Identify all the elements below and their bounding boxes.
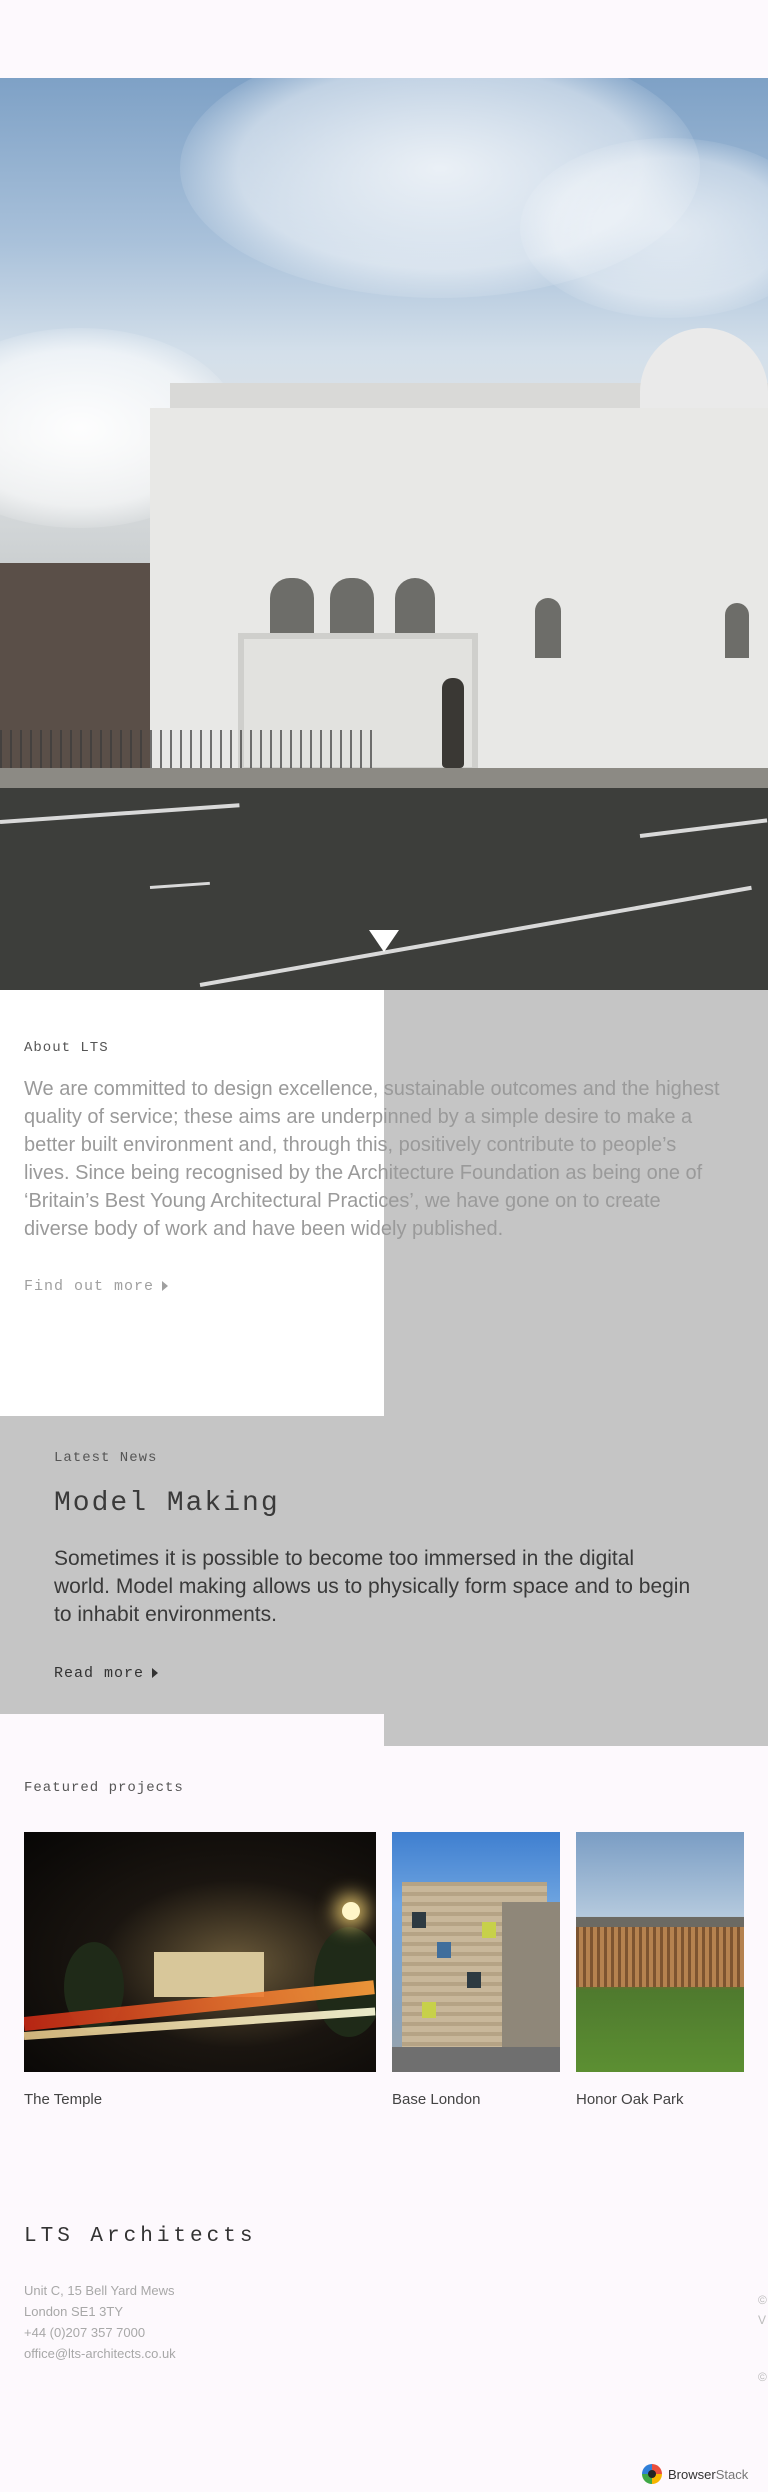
temple-dome	[640, 328, 768, 418]
browserstack-logo-icon	[642, 2464, 662, 2484]
footer-title[interactable]: LTS Architects	[24, 2225, 256, 2248]
project-title[interactable]: Base London	[392, 2091, 560, 2108]
project-title[interactable]: Honor Oak Park	[576, 2091, 744, 2108]
hero-image	[0, 78, 768, 990]
footer-address: Unit C, 15 Bell Yard Mews London SE1 3TY…	[24, 2280, 176, 2364]
address-line-1: Unit C, 15 Bell Yard Mews	[24, 2283, 175, 2298]
triangle-right-icon	[152, 1668, 159, 1679]
project-card-the-temple[interactable]: The Temple	[24, 1832, 376, 2108]
project-image-the-temple[interactable]	[24, 1832, 376, 2072]
browserstack-name-b: Stack	[715, 2466, 749, 2482]
read-more-label: Read more	[54, 1665, 145, 1682]
project-list: The Temple Base London Honor Oak Park	[24, 1832, 744, 2122]
footer-edge-text: ©	[758, 2293, 767, 2307]
footer-edge-text: ©	[758, 2370, 767, 2384]
address-line-2: London SE1 3TY	[24, 2304, 124, 2319]
featured-heading: Featured projects	[24, 1780, 184, 1796]
triangle-right-icon	[162, 1281, 169, 1292]
project-title[interactable]: The Temple	[24, 2091, 376, 2108]
read-more-link[interactable]: Read more	[54, 1665, 159, 1682]
road	[0, 788, 768, 990]
about-section: About LTS We are committed to design exc…	[24, 1040, 724, 1295]
project-image-honor-oak-park[interactable]	[576, 1832, 744, 2072]
project-card-honor-oak-park[interactable]: Honor Oak Park	[576, 1832, 744, 2108]
phone-link[interactable]: +44 (0)207 357 7000	[24, 2322, 176, 2343]
browserstack-badge: Browser Stack	[642, 2464, 748, 2484]
pedestrian	[442, 678, 464, 768]
railings	[0, 730, 380, 770]
news-title[interactable]: Model Making	[54, 1488, 694, 1519]
project-card-base-london[interactable]: Base London	[392, 1832, 560, 2108]
about-text: We are committed to design excellence, s…	[24, 1078, 720, 1240]
about-eyebrow: About LTS	[24, 1040, 109, 1056]
latest-news-section: Latest News Model Making Sometimes it is…	[54, 1450, 694, 1682]
news-text: Sometimes it is possible to become too i…	[54, 1547, 691, 1626]
project-image-base-london[interactable]	[392, 1832, 560, 2072]
find-out-more-label: Find out more	[24, 1278, 155, 1295]
triangle-down-icon[interactable]	[369, 930, 399, 952]
featured-projects-section: Featured projects The Temple Base London…	[24, 1780, 744, 2122]
footer-edge-text: V	[758, 2313, 767, 2327]
browserstack-name-a: Browser	[668, 2466, 716, 2482]
news-eyebrow: Latest News	[54, 1450, 158, 1466]
find-out-more-link[interactable]: Find out more	[24, 1278, 169, 1295]
email-link[interactable]: office@lts-architects.co.uk	[24, 2343, 176, 2364]
